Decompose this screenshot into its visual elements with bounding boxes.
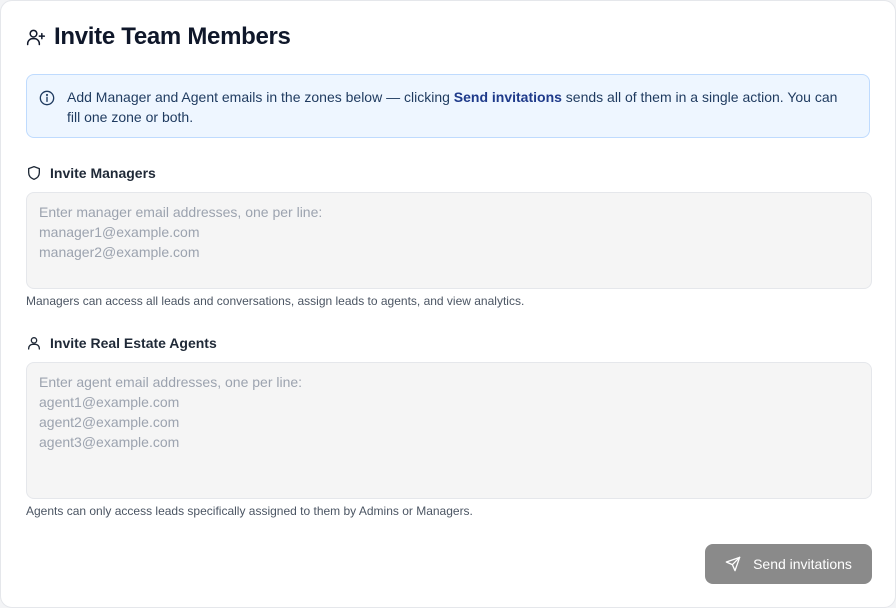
managers-email-input[interactable] (26, 192, 872, 289)
shield-icon (26, 165, 42, 181)
managers-section-label: Invite Managers (26, 165, 156, 181)
send-invitations-button[interactable]: Send invitations (705, 544, 872, 584)
send-button-label: Send invitations (753, 556, 852, 572)
info-banner: Add Manager and Agent emails in the zone… (26, 74, 870, 138)
managers-label: Invite Managers (50, 165, 156, 181)
info-text: Add Manager and Agent emails in the zone… (67, 89, 838, 125)
invite-team-card: Invite Team Members Add Manager and Agen… (0, 0, 896, 608)
info-circle-icon (39, 90, 55, 106)
agents-hint: Agents can only access leads specificall… (26, 504, 473, 518)
card-header: Invite Team Members (26, 23, 291, 51)
info-text-bold: Send invitations (453, 89, 562, 105)
agents-label: Invite Real Estate Agents (50, 335, 217, 351)
user-plus-icon (26, 27, 46, 47)
agents-email-input[interactable] (26, 362, 872, 499)
user-icon (26, 335, 42, 351)
agents-section-label: Invite Real Estate Agents (26, 335, 217, 351)
managers-hint: Managers can access all leads and conver… (26, 294, 525, 308)
page-title: Invite Team Members (54, 23, 291, 50)
send-icon (725, 556, 741, 572)
